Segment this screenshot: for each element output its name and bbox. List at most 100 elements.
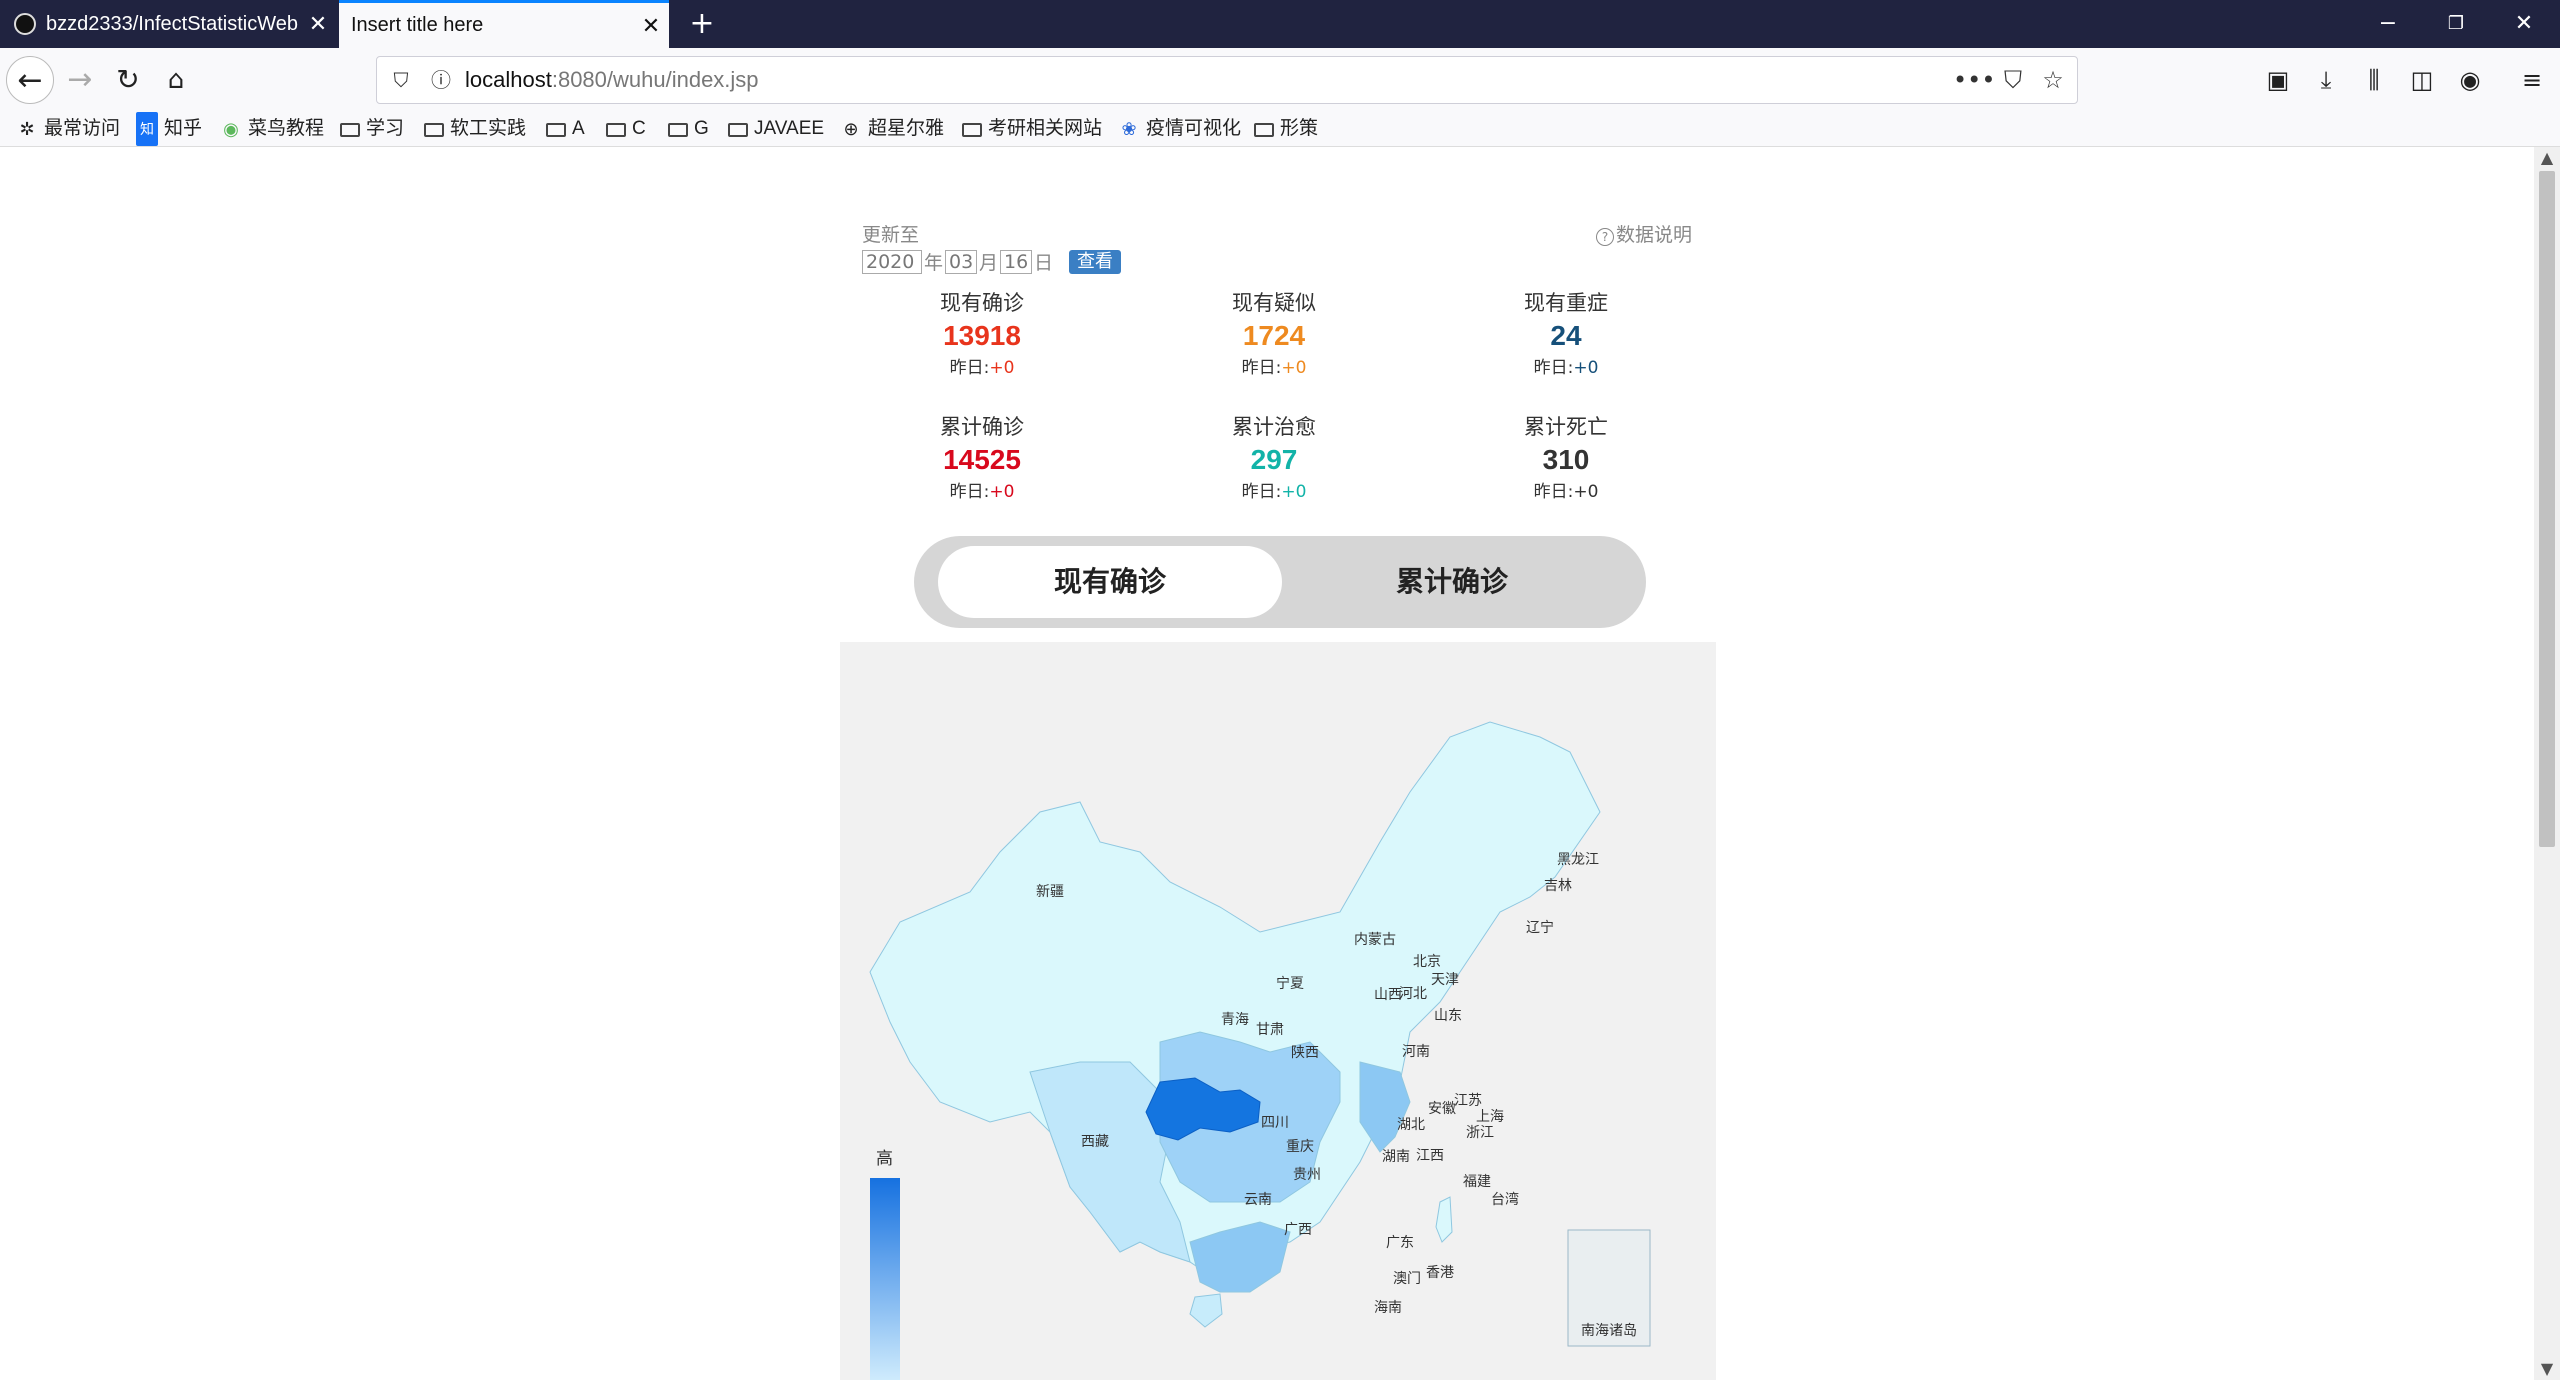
province-label[interactable]: 吉林 — [1544, 878, 1572, 894]
info-icon[interactable]: ⓘ — [425, 57, 457, 103]
province-label[interactable]: 黑龙江 — [1557, 852, 1599, 868]
library-icon[interactable]: ⫼ — [2350, 56, 2398, 104]
data-note-link[interactable]: ? 数据说明 — [1596, 220, 1692, 247]
shield-icon[interactable]: ⛉ — [385, 57, 417, 103]
runoob-icon: ◉ — [223, 119, 239, 139]
stat-card: 累计确诊 14525 昨日:+0 — [872, 412, 1092, 506]
sidebar-icon[interactable]: ◫ — [2398, 56, 2446, 104]
reader-icon[interactable]: ▣ — [2254, 56, 2302, 104]
province-label[interactable]: 江西 — [1416, 1148, 1444, 1164]
province-label[interactable]: 重庆 — [1286, 1139, 1314, 1155]
bookmark-folder[interactable]: 软工实践 — [424, 112, 526, 146]
province-label[interactable]: 广西 — [1284, 1222, 1312, 1238]
bookmark-folder[interactable]: G — [668, 112, 709, 146]
toggle-total-confirmed[interactable]: 累计确诊 — [1280, 546, 1624, 618]
scrollbar-thumb[interactable] — [2539, 171, 2555, 847]
province-label[interactable]: 四川 — [1261, 1115, 1289, 1131]
province-label[interactable]: 山东 — [1434, 1008, 1462, 1024]
province-label[interactable]: 宁夏 — [1276, 975, 1304, 992]
province-label[interactable]: 云南 — [1244, 1192, 1272, 1208]
province-label[interactable]: 香港 — [1426, 1265, 1454, 1281]
month-input[interactable]: 03 — [945, 249, 978, 274]
new-tab-icon[interactable]: + — [684, 6, 720, 42]
bookmark-folder[interactable]: A — [546, 112, 585, 146]
legend-color-bar[interactable] — [870, 1178, 900, 1380]
province-label[interactable]: 天津 — [1431, 972, 1459, 988]
more-actions-icon[interactable]: ••• — [1953, 57, 1995, 103]
paw-icon: ❀ — [1121, 119, 1137, 139]
province-label[interactable]: 内蒙古 — [1354, 932, 1396, 948]
bookmark-folder[interactable]: 形策 — [1254, 112, 1318, 146]
vertical-scrollbar[interactable]: ▲ ▼ — [2534, 147, 2560, 1380]
close-tab-icon[interactable]: ✕ — [300, 11, 336, 37]
province-label[interactable]: 江苏 — [1454, 1093, 1482, 1109]
province-label[interactable]: 贵州 — [1293, 1167, 1321, 1183]
bookmark-folder[interactable]: JAVAEE — [728, 112, 824, 146]
back-arrow-icon[interactable]: ← — [6, 56, 54, 104]
year-input[interactable]: 2020 — [862, 249, 922, 274]
bookmark-runoob[interactable]: ◉ 菜鸟教程 — [220, 112, 324, 146]
province-label[interactable]: 甘肃 — [1256, 1022, 1284, 1038]
bookmark-folder[interactable]: 学习 — [340, 112, 404, 146]
download-icon[interactable]: ⤓ — [2302, 56, 2350, 104]
folder-icon — [424, 123, 444, 137]
minimize-icon[interactable]: − — [2356, 0, 2420, 48]
bookmark-folder[interactable]: 考研相关网站 — [962, 112, 1102, 146]
province-label[interactable]: 澳门 — [1393, 1271, 1421, 1287]
stat-card: 累计治愈 297 昨日:+0 — [1164, 412, 1384, 506]
restore-icon[interactable]: ❐ — [2424, 0, 2488, 48]
url-text[interactable]: localhost:8080/wuhu/index.jsp — [465, 57, 759, 103]
bookmark-most-visited[interactable]: ✲ 最常访问 — [16, 112, 120, 146]
province-shape[interactable] — [1189, 1293, 1223, 1328]
toggle-current-confirmed[interactable]: 现有确诊 — [938, 546, 1282, 618]
forward-arrow-icon[interactable]: → — [56, 56, 104, 104]
province-label[interactable]: 山西 — [1374, 987, 1402, 1003]
window-close-icon[interactable]: ✕ — [2492, 0, 2556, 48]
bookmark-folder[interactable]: C — [606, 112, 646, 146]
province-label[interactable]: 陕西 — [1291, 1045, 1319, 1061]
account-icon[interactable]: ◉ — [2446, 56, 2494, 104]
bookmark-zhihu[interactable]: 知知乎 — [136, 112, 202, 146]
bookmark-epidemic[interactable]: ❀ 疫情可视化 — [1118, 112, 1241, 146]
tab-github[interactable]: bzzd2333/InfectStatisticWeb ✕ — [0, 0, 336, 48]
stat-card: 累计死亡 310 昨日:+0 — [1456, 412, 1676, 506]
province-label[interactable]: 台湾 — [1491, 1191, 1519, 1208]
province-label[interactable]: 安徽 — [1428, 1101, 1456, 1117]
legend-high-label: 高 — [876, 1149, 893, 1169]
home-icon[interactable]: ⌂ — [152, 56, 200, 104]
bookmark-label: 超星尔雅 — [868, 118, 945, 139]
province-label[interactable]: 河北 — [1399, 986, 1427, 1002]
province-label[interactable]: 福建 — [1463, 1174, 1491, 1190]
scroll-down-icon[interactable]: ▼ — [2534, 1358, 2560, 1380]
province-label[interactable]: 西藏 — [1081, 1134, 1109, 1150]
pocket-icon[interactable]: ⛉ — [1993, 57, 2033, 103]
bookmark-chaoxing[interactable]: ⊕ 超星尔雅 — [840, 112, 944, 146]
stat-label: 现有重症 — [1524, 291, 1608, 315]
province-label[interactable]: 湖北 — [1397, 1117, 1425, 1133]
scroll-up-icon[interactable]: ▲ — [2534, 147, 2560, 169]
close-tab-icon[interactable]: ✕ — [633, 13, 669, 39]
province-label[interactable]: 辽宁 — [1526, 919, 1554, 936]
province-label[interactable]: 广东 — [1386, 1235, 1414, 1251]
address-bar[interactable]: ⛉ ⓘ localhost:8080/wuhu/index.jsp ••• ⛉ … — [376, 56, 2078, 104]
province-label[interactable]: 河南 — [1402, 1044, 1430, 1060]
reload-icon[interactable]: ↻ — [104, 56, 152, 104]
province-shape[interactable] — [1435, 1196, 1453, 1243]
province-label[interactable]: 新疆 — [1036, 884, 1064, 900]
bookmark-star-icon[interactable]: ☆ — [2033, 57, 2073, 103]
day-input[interactable]: 16 — [1000, 249, 1033, 274]
stat-yesterday: 昨日:+0 — [1456, 354, 1676, 382]
province-label[interactable]: 浙江 — [1466, 1125, 1494, 1141]
bookmark-label: C — [632, 118, 646, 139]
province-label[interactable]: 青海 — [1221, 1012, 1249, 1028]
menu-icon[interactable]: ≡ — [2508, 56, 2556, 104]
province-label[interactable]: 北京 — [1413, 954, 1441, 970]
province-label[interactable]: 湖南 — [1382, 1149, 1410, 1165]
stat-label: 现有疑似 — [1232, 291, 1316, 315]
province-label[interactable]: 海南 — [1374, 1300, 1402, 1316]
tab-title: Insert title here — [351, 14, 484, 36]
tab-active[interactable]: Insert title here ✕ — [339, 0, 669, 48]
province-label[interactable]: 上海 — [1476, 1109, 1504, 1125]
view-button[interactable]: 查看 — [1069, 249, 1122, 274]
yesterday-label: 昨日: — [1241, 482, 1282, 502]
